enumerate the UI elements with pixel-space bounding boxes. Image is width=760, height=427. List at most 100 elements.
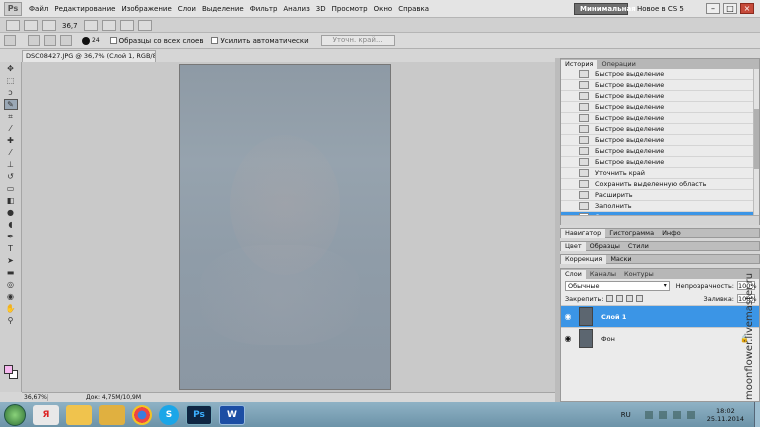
layer-name[interactable]: Фон [601, 335, 740, 343]
history-item[interactable]: Уточнить край [561, 168, 759, 179]
history-item[interactable]: Быстрое выделение [561, 124, 759, 135]
healing-brush-tool-icon[interactable]: ✚ [4, 135, 18, 146]
zoom-tool-icon[interactable]: ⚲ [4, 315, 18, 326]
blend-mode-select[interactable]: Обычные [565, 280, 670, 291]
zoom-level[interactable]: 36,7 [62, 22, 78, 30]
view-extras-icon[interactable] [42, 20, 56, 31]
history-item[interactable]: Быстрое выделение [561, 157, 759, 168]
brush-preview-icon[interactable] [82, 36, 90, 45]
tool-preset-icon[interactable] [4, 35, 16, 46]
menu-window[interactable]: Окно [371, 5, 396, 13]
pen-tool-icon[interactable]: ✒ [4, 231, 18, 242]
menu-file[interactable]: Файл [26, 5, 51, 13]
menu-image[interactable]: Изображение [118, 5, 174, 13]
lasso-tool-icon[interactable]: ↄ [4, 87, 18, 98]
menu-analysis[interactable]: Анализ [280, 5, 312, 13]
layer-name[interactable]: Слой 1 [601, 313, 759, 321]
tab-actions[interactable]: Операции [597, 60, 639, 69]
workspace-new-in-cs5-button[interactable]: Новое в CS 5 [632, 3, 689, 15]
tab-masks[interactable]: Маски [606, 255, 635, 263]
3d-rotate-tool-icon[interactable]: ◎ [4, 279, 18, 290]
taskbar-chrome-icon[interactable] [132, 404, 152, 425]
marquee-tool-icon[interactable]: ⬚ [4, 75, 18, 86]
menu-view[interactable]: Просмотр [329, 5, 371, 13]
menu-select[interactable]: Выделение [199, 5, 247, 13]
tray-network-icon[interactable] [658, 410, 667, 419]
crop-tool-icon[interactable]: ⌗ [4, 111, 18, 122]
eye-icon[interactable]: ◉ [561, 334, 575, 343]
tab-history[interactable]: История [561, 60, 598, 69]
lock-image-icon[interactable] [616, 295, 624, 302]
minimize-button[interactable]: – [706, 3, 720, 14]
history-item[interactable]: Быстрое выделение [561, 146, 759, 157]
hand-tool-icon[interactable] [83, 20, 98, 31]
document-tab[interactable]: DSC08427.JPG @ 36,7% (Слой 1, RGB/8) * [22, 50, 156, 62]
history-item[interactable]: Быстрое выделение [561, 80, 759, 91]
scrollbar-thumb[interactable] [754, 109, 759, 169]
subtract-selection-icon[interactable] [60, 35, 72, 46]
hand-tool-icon[interactable]: ✋ [4, 303, 18, 314]
foreground-color-swatch[interactable] [4, 365, 13, 374]
clone-stamp-tool-icon[interactable]: ⊥ [4, 159, 18, 170]
history-item[interactable]: Быстрое выделение [561, 91, 759, 102]
screen-mode-icon[interactable] [137, 20, 152, 31]
close-button[interactable]: × [740, 3, 754, 14]
history-item[interactable]: Быстрое выделение [561, 113, 759, 124]
tab-info[interactable]: Инфо [658, 229, 685, 237]
status-zoom[interactable]: 36,67% [22, 394, 48, 401]
add-to-selection-icon[interactable] [44, 35, 56, 46]
history-item[interactable]: Расширить [561, 190, 759, 201]
history-item[interactable]: Заполнить [561, 201, 759, 212]
tab-styles[interactable]: Стили [624, 242, 653, 250]
bridge-icon[interactable] [6, 20, 20, 31]
tray-monitor-icon[interactable] [672, 410, 681, 419]
menu-edit[interactable]: Редактирование [51, 5, 118, 13]
lock-all-icon[interactable] [636, 295, 644, 302]
lock-position-icon[interactable] [626, 295, 634, 302]
tab-layers[interactable]: Слои [561, 270, 586, 279]
taskbar-word-icon[interactable]: W [219, 404, 245, 425]
brush-tool-icon[interactable]: ⁄ [4, 147, 18, 158]
move-tool-icon[interactable]: ✥ [4, 63, 18, 74]
quick-selection-tool-icon[interactable]: ✎ [3, 99, 18, 110]
lock-transparent-icon[interactable] [606, 295, 614, 302]
taskbar-photoshop-icon[interactable]: Ps [186, 404, 212, 425]
taskbar-yandex-browser[interactable]: Я [33, 404, 59, 425]
zoom-tool-icon[interactable] [101, 20, 116, 31]
language-indicator[interactable]: RU [621, 411, 631, 419]
tab-channels[interactable]: Каналы [586, 270, 620, 279]
taskbar-explorer-icon[interactable] [99, 404, 125, 425]
history-item[interactable]: Быстрое выделение [561, 69, 759, 80]
path-selection-tool-icon[interactable]: ➤ [4, 255, 18, 266]
taskbar-folder-icon[interactable] [66, 404, 92, 425]
tab-color[interactable]: Цвет [561, 241, 586, 251]
history-scrollbar[interactable] [753, 69, 759, 215]
arrange-documents-icon[interactable] [119, 20, 134, 31]
taskbar-skype-icon[interactable]: S [159, 404, 179, 425]
tray-volume-icon[interactable] [686, 410, 695, 419]
layer-row[interactable]: ◉ Слой 1 [561, 305, 759, 327]
maximize-button[interactable]: □ [723, 3, 737, 14]
history-item[interactable]: Быстрое выделение [561, 135, 759, 146]
menu-3d[interactable]: 3D [313, 5, 329, 13]
tab-swatches[interactable]: Образцы [586, 242, 624, 250]
history-item[interactable]: Сохранить выделенную область [561, 179, 759, 190]
menu-layers[interactable]: Слои [175, 5, 199, 13]
menu-help[interactable]: Справка [395, 5, 432, 13]
blur-tool-icon[interactable]: ● [4, 207, 18, 218]
mini-bridge-icon[interactable] [24, 20, 38, 31]
layer-row[interactable]: ◉ Фон 🔒 [561, 327, 759, 349]
sample-all-layers-checkbox[interactable]: Образцы со всех слоев [109, 37, 203, 45]
refine-edge-button[interactable]: Уточн. край... [320, 35, 395, 46]
history-item[interactable]: Быстрое выделение [561, 102, 759, 113]
tray-arrow-icon[interactable] [644, 410, 653, 419]
eraser-tool-icon[interactable]: ▭ [4, 183, 18, 194]
gradient-tool-icon[interactable]: ◧ [4, 195, 18, 206]
type-tool-icon[interactable]: T [4, 243, 18, 254]
menu-filter[interactable]: Фильтр [247, 5, 281, 13]
document-photo[interactable] [179, 64, 391, 390]
canvas-area[interactable] [22, 62, 555, 392]
history-item[interactable]: Отменить выделение [561, 212, 759, 215]
tab-paths[interactable]: Контуры [620, 270, 658, 279]
tab-adjustments[interactable]: Коррекция [561, 254, 607, 264]
